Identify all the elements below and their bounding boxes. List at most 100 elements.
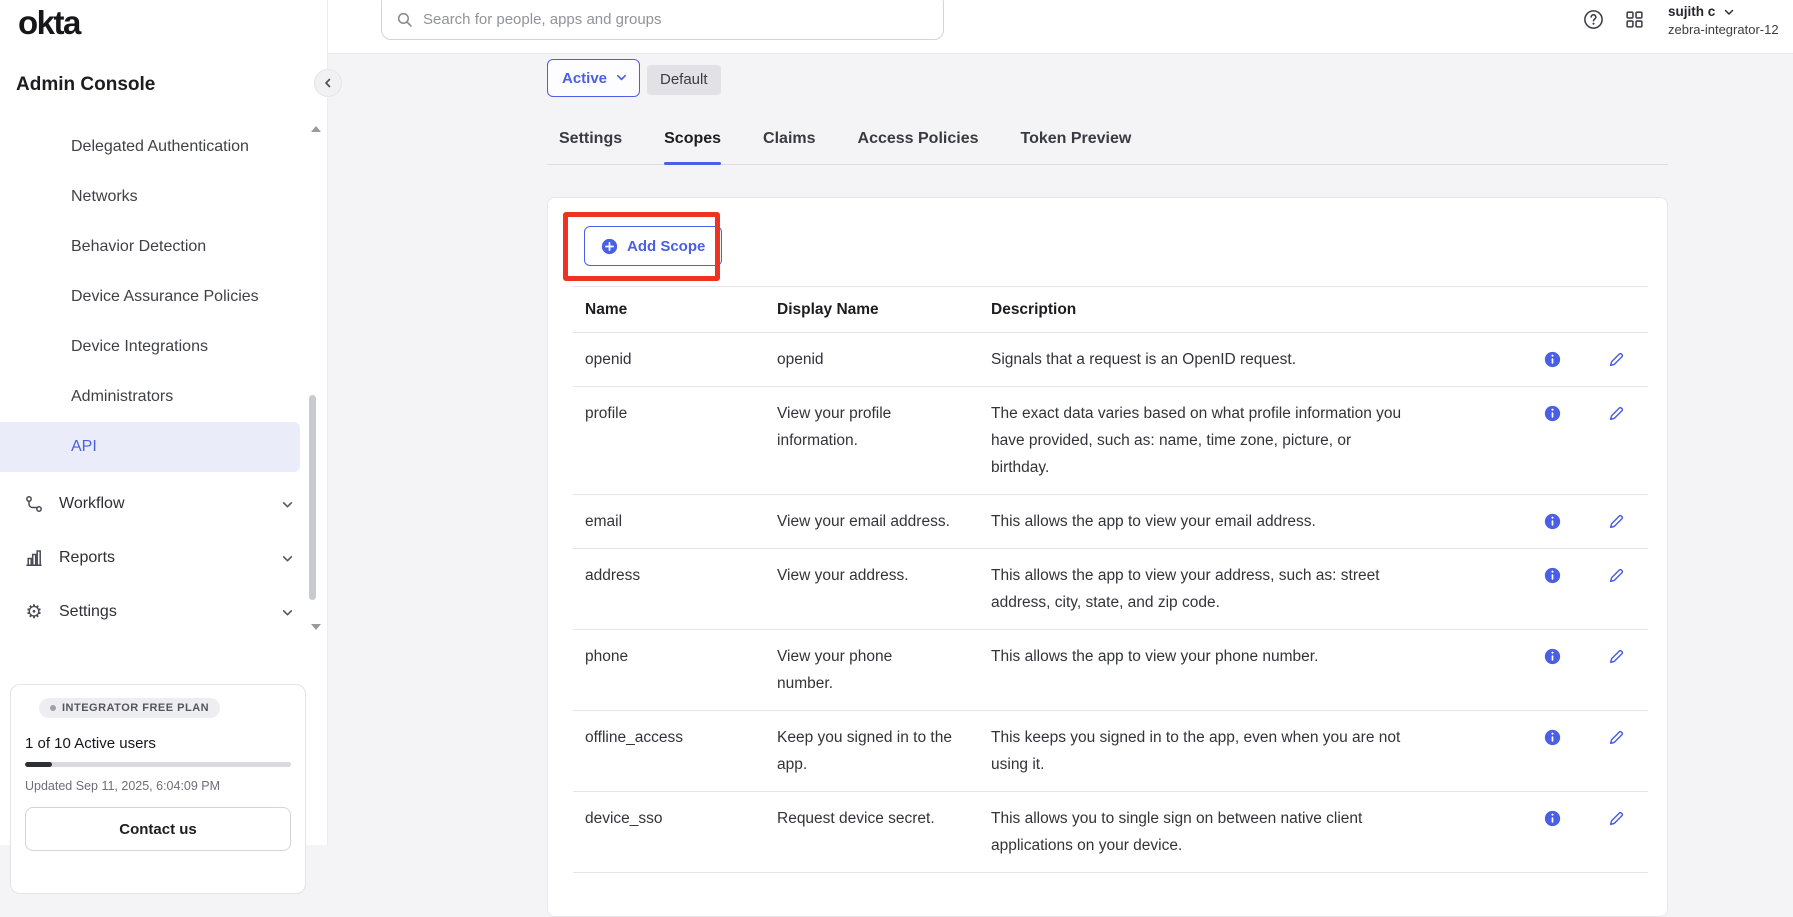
usage-progress-bar (25, 762, 291, 767)
sidebar-nav: Delegated Authentication Networks Behavi… (0, 122, 328, 472)
active-users-count: 1 of 10 Active users (25, 735, 291, 752)
edit-pencil-icon[interactable] (1608, 405, 1625, 422)
scope-display-name: Request device secret. (777, 805, 991, 859)
info-icon[interactable] (1544, 729, 1561, 746)
table-body: openid openid Signals that a request is … (573, 333, 1648, 873)
global-search[interactable] (381, 0, 944, 40)
sidebar-item[interactable]: Behavior Detection (0, 222, 300, 272)
sidebar-collapse-button[interactable] (314, 69, 342, 97)
table-row: profile View your profile information. T… (573, 387, 1648, 495)
table-row: phone View your phone number. This allow… (573, 630, 1648, 711)
scope-description: This keeps you signed in to the app, eve… (991, 724, 1520, 778)
scope-display-name: View your phone number. (777, 643, 991, 697)
scope-display-name: openid (777, 346, 991, 373)
scroll-up-arrow[interactable] (311, 126, 321, 132)
column-header-name: Name (573, 296, 777, 323)
scope-name: profile (573, 400, 777, 481)
scopes-table: Name Display Name Description openid ope… (573, 286, 1648, 873)
scopes-card: Add Scope Name Display Name Description … (547, 197, 1668, 917)
scope-display-name: View your email address. (777, 508, 991, 535)
console-title: Admin Console (16, 74, 155, 96)
chevron-down-icon (281, 552, 294, 565)
sidebar-item[interactable]: API (0, 422, 300, 472)
edit-pencil-icon[interactable] (1608, 567, 1625, 584)
sidebar: okta Admin Console Delegated Authenticat… (0, 0, 328, 845)
table-header: Name Display Name Description (573, 286, 1648, 333)
chevron-down-icon (1723, 6, 1735, 18)
scope-name: address (573, 562, 777, 616)
scope-display-name: View your profile information. (777, 400, 991, 481)
table-row: device_sso Request device secret. This a… (573, 792, 1648, 873)
tab-bar: Settings Scopes Claims Access Policies T… (547, 130, 1668, 165)
edit-pencil-icon[interactable] (1608, 351, 1625, 368)
sidebar-item[interactable]: Delegated Authentication (0, 122, 300, 172)
scope-display-name: Keep you signed in to the app. (777, 724, 991, 778)
apps-grid-icon[interactable] (1624, 9, 1645, 30)
edit-pencil-icon[interactable] (1608, 648, 1625, 665)
chevron-down-icon (281, 498, 294, 511)
scope-name: email (573, 508, 777, 535)
scope-display-name: View your address. (777, 562, 991, 616)
workflow-icon (24, 494, 44, 514)
top-bar: sujith c zebra-integrator-12 (328, 0, 1793, 54)
user-menu[interactable]: sujith c zebra-integrator-12 (1668, 4, 1793, 37)
scope-description: Signals that a request is an OpenID requ… (991, 346, 1520, 373)
scope-description: This allows the app to view your phone n… (991, 643, 1520, 697)
sidebar-item[interactable]: Device Assurance Policies (0, 272, 300, 322)
column-header-description: Description (991, 296, 1520, 323)
edit-pencil-icon[interactable] (1608, 810, 1625, 827)
add-scope-button[interactable]: Add Scope (584, 226, 722, 266)
scope-name: phone (573, 643, 777, 697)
scope-name: device_sso (573, 805, 777, 859)
table-row: email View your email address. This allo… (573, 495, 1648, 549)
scope-description: This allows the app to view your email a… (991, 508, 1520, 535)
chevron-left-icon (322, 77, 334, 89)
plan-badge: INTEGRATOR FREE PLAN (39, 698, 220, 718)
usage-progress-fill (25, 762, 52, 767)
chevron-down-icon (281, 606, 294, 619)
default-badge: Default (647, 65, 721, 95)
tab[interactable]: Settings (559, 130, 622, 164)
okta-logo: okta (18, 4, 80, 42)
info-icon[interactable] (1544, 351, 1561, 368)
plus-circle-icon (601, 238, 618, 255)
info-icon[interactable] (1544, 810, 1561, 827)
search-input[interactable] (423, 11, 929, 28)
column-header-display-name: Display Name (777, 296, 991, 323)
table-row: address View your address. This allows t… (573, 549, 1648, 630)
info-icon[interactable] (1544, 648, 1561, 665)
scope-name: openid (573, 346, 777, 373)
reports-icon (24, 548, 44, 568)
scope-description: This allows the app to view your address… (991, 562, 1520, 616)
tab[interactable]: Token Preview (1020, 130, 1131, 164)
plan-dot-icon (50, 705, 56, 711)
tab[interactable]: Claims (763, 130, 815, 164)
edit-pencil-icon[interactable] (1608, 729, 1625, 746)
edit-pencil-icon[interactable] (1608, 513, 1625, 530)
caret-down-icon (616, 74, 627, 82)
table-row: offline_access Keep you signed in to the… (573, 711, 1648, 792)
plan-card: INTEGRATOR FREE PLAN 1 of 10 Active user… (10, 684, 306, 894)
table-row: openid openid Signals that a request is … (573, 333, 1648, 387)
scope-name: offline_access (573, 724, 777, 778)
scope-description: This allows you to single sign on betwee… (991, 805, 1520, 859)
tab[interactable]: Scopes (664, 130, 721, 164)
info-icon[interactable] (1544, 513, 1561, 530)
help-icon[interactable] (1583, 9, 1604, 30)
status-dropdown[interactable]: Active (547, 59, 640, 97)
org-name: zebra-integrator-12 (1668, 22, 1793, 37)
gear-icon: ⚙ (24, 603, 44, 622)
contact-us-button[interactable]: Contact us (25, 807, 291, 851)
sidebar-item-settings[interactable]: ⚙ Settings (0, 585, 328, 639)
sidebar-item[interactable]: Administrators (0, 372, 300, 422)
user-name: sujith c (1668, 4, 1715, 19)
sidebar-item-reports[interactable]: Reports (0, 531, 328, 585)
plan-updated-timestamp: Updated Sep 11, 2025, 6:04:09 PM (25, 779, 291, 793)
sidebar-item[interactable]: Networks (0, 172, 300, 222)
sidebar-item-workflow[interactable]: Workflow (0, 477, 328, 531)
sidebar-item[interactable]: Device Integrations (0, 322, 300, 372)
info-icon[interactable] (1544, 567, 1561, 584)
info-icon[interactable] (1544, 405, 1561, 422)
tab[interactable]: Access Policies (858, 130, 979, 164)
main-content: Active Default Settings Scopes Claims Ac… (328, 54, 1793, 845)
